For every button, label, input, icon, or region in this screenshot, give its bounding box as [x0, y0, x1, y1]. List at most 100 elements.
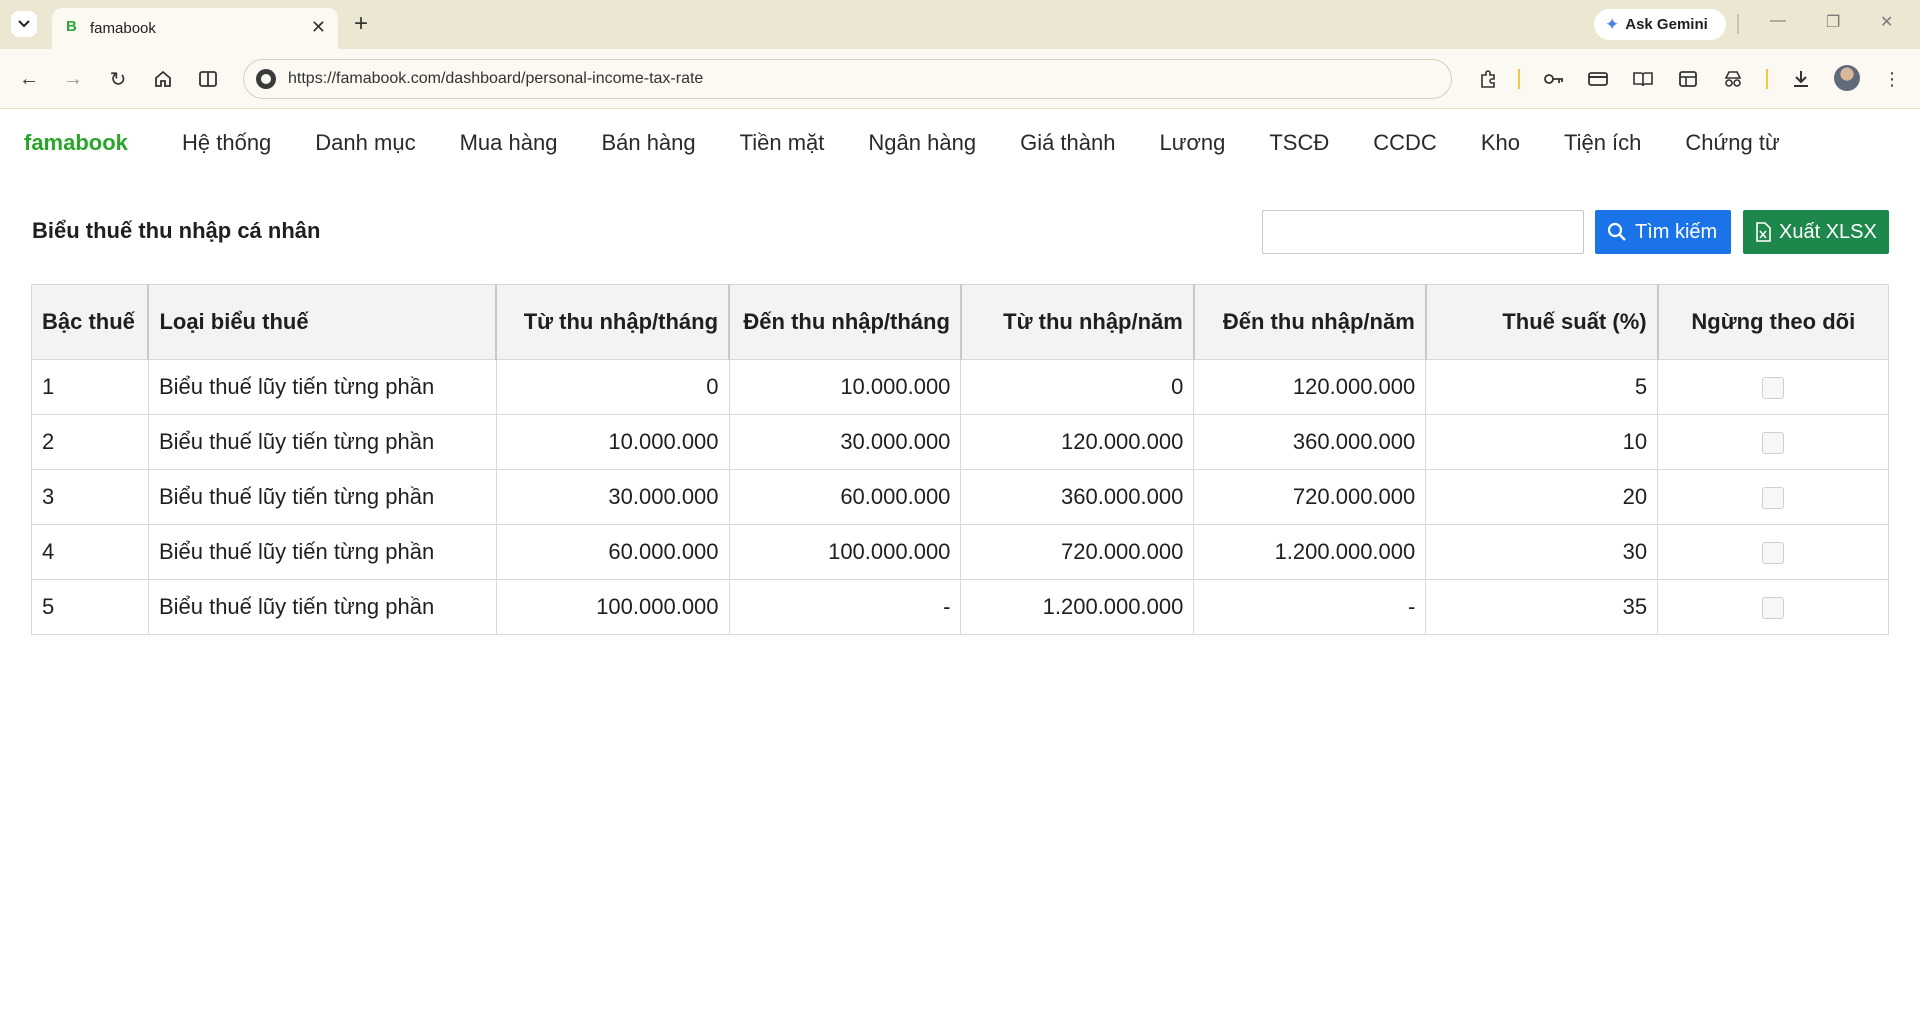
- table-cell: 20: [1425, 469, 1659, 525]
- menu-item[interactable]: Lương: [1159, 130, 1225, 156]
- search-icon: [1607, 222, 1626, 241]
- table-header-row: Bậc thuế Loại biểu thuế Từ thu nhập/thán…: [31, 284, 1889, 360]
- window-close-icon[interactable]: ✕: [1880, 12, 1893, 32]
- stop-tracking-checkbox[interactable]: [1762, 597, 1785, 620]
- menu-item[interactable]: Hệ thống: [182, 130, 271, 156]
- stop-tracking-cell: [1657, 579, 1889, 635]
- table-cell: 60.000.000: [495, 524, 730, 580]
- ask-gemini-button[interactable]: ✦ Ask Gemini: [1594, 9, 1726, 40]
- table-cell: 2: [31, 414, 149, 470]
- table-cell: -: [728, 579, 962, 635]
- browser-tab[interactable]: B famabook ✕: [52, 8, 338, 49]
- stop-tracking-cell: [1657, 469, 1889, 525]
- table-cell: Biểu thuế lũy tiến từng phần: [147, 359, 497, 415]
- stop-tracking-checkbox[interactable]: [1762, 487, 1785, 510]
- column-header[interactable]: Từ thu nhập/tháng: [495, 284, 731, 360]
- new-tab-plus-icon[interactable]: +: [354, 10, 368, 38]
- menu-item[interactable]: Giá thành: [1020, 130, 1115, 156]
- incognito-icon[interactable]: [1721, 67, 1745, 91]
- forward-arrow-icon[interactable]: →: [59, 65, 87, 93]
- table-cell: 30.000.000: [728, 414, 962, 470]
- stop-tracking-checkbox[interactable]: [1762, 432, 1785, 455]
- table-cell: 10.000.000: [495, 414, 730, 470]
- menu-item[interactable]: Danh mục: [315, 130, 415, 156]
- table-row[interactable]: 1 Biểu thuế lũy tiến từng phần 0 10.000.000…: [31, 359, 1889, 415]
- address-bar[interactable]: https://famabook.com/dashboard/personal-…: [243, 59, 1452, 99]
- table-cell: 30.000.000: [495, 469, 730, 525]
- divider: [1766, 69, 1768, 89]
- table-cell: 100.000.000: [728, 524, 962, 580]
- split-view-icon[interactable]: [194, 65, 222, 93]
- column-header[interactable]: Từ thu nhập/năm: [960, 284, 1195, 360]
- table-cell: Biểu thuế lũy tiến từng phần: [147, 414, 497, 470]
- url-text: https://famabook.com/dashboard/personal-…: [288, 70, 704, 87]
- stop-tracking-checkbox[interactable]: [1762, 377, 1785, 400]
- table-cell: 3: [31, 469, 149, 525]
- reading-mode-icon[interactable]: [1631, 67, 1655, 91]
- table-cell: 0: [495, 359, 730, 415]
- table-cell: Biểu thuế lũy tiến từng phần: [147, 524, 497, 580]
- table-cell: 720.000.000: [1193, 469, 1427, 525]
- column-header[interactable]: Loại biểu thuế: [147, 284, 498, 360]
- table-row[interactable]: 2 Biểu thuế lũy tiến từng phần 10.000.000 3…: [31, 414, 1889, 470]
- column-header[interactable]: Đến thu nhập/năm: [1193, 284, 1427, 360]
- table-cell: 5: [31, 579, 149, 635]
- sidebar-panel-icon[interactable]: [1676, 67, 1700, 91]
- restore-icon[interactable]: ❐: [1826, 12, 1840, 32]
- menu-item[interactable]: Chứng từ: [1685, 130, 1779, 156]
- table-cell: 0: [960, 359, 1195, 415]
- app-logo[interactable]: famabook: [24, 130, 128, 156]
- menu-item[interactable]: Tiện ích: [1564, 130, 1641, 156]
- divider: [1518, 69, 1520, 89]
- menu-item[interactable]: Mua hàng: [460, 130, 558, 156]
- favicon-icon: B: [66, 18, 77, 35]
- menu-item[interactable]: Ngân hàng: [868, 130, 976, 156]
- column-header[interactable]: Bậc thuế: [31, 284, 150, 360]
- back-arrow-icon[interactable]: ←: [15, 65, 43, 93]
- payment-card-icon[interactable]: [1586, 67, 1610, 91]
- menu-item[interactable]: Tiền mặt: [740, 130, 825, 156]
- table-row[interactable]: 4 Biểu thuế lũy tiến từng phần 60.000.000 1…: [31, 524, 1889, 580]
- export-xlsx-button[interactable]: Xuất XLSX: [1743, 210, 1889, 254]
- app-header: famabook Hệ thống Danh mục Mua hàng Bán hàn…: [0, 110, 1920, 175]
- reload-icon[interactable]: ↻: [104, 65, 132, 93]
- search-input[interactable]: [1262, 210, 1584, 254]
- gemini-sparkle-icon: ✦: [1605, 14, 1620, 34]
- menu-item[interactable]: CCDC: [1373, 130, 1437, 156]
- table-cell: 5: [1425, 359, 1659, 415]
- browser-toolbar: ← → ↻ https://famabook.com/dashboard/per…: [0, 49, 1920, 109]
- stop-tracking-checkbox[interactable]: [1762, 542, 1785, 565]
- table-cell: 120.000.000: [960, 414, 1195, 470]
- column-header[interactable]: Đến thu nhập/tháng: [728, 284, 962, 360]
- table-cell: 4: [31, 524, 149, 580]
- table-row[interactable]: 5 Biểu thuế lũy tiến từng phần 100.000.000…: [31, 579, 1889, 635]
- menu-item[interactable]: Kho: [1481, 130, 1520, 156]
- table-cell: 35: [1425, 579, 1659, 635]
- table-cell: 720.000.000: [960, 524, 1195, 580]
- export-button-label: Xuất XLSX: [1779, 220, 1877, 243]
- table-row[interactable]: 3 Biểu thuế lũy tiến từng phần 30.000.000 6…: [31, 469, 1889, 525]
- site-info-icon[interactable]: [256, 69, 276, 89]
- tab-close-icon[interactable]: ✕: [311, 17, 326, 38]
- table-cell: -: [1193, 579, 1427, 635]
- table-cell: 360.000.000: [1193, 414, 1427, 470]
- table-cell: 60.000.000: [728, 469, 962, 525]
- browser-tab-bar: B famabook ✕ + ✦ Ask Gemini — ❐ ✕: [0, 0, 1920, 49]
- profile-avatar[interactable]: [1834, 65, 1860, 91]
- menu-item[interactable]: TSCĐ: [1269, 130, 1329, 156]
- menu-item[interactable]: Bán hàng: [601, 130, 695, 156]
- download-icon[interactable]: [1789, 67, 1813, 91]
- column-header[interactable]: Thuế suất (%): [1425, 284, 1659, 360]
- column-header[interactable]: Ngừng theo dõi: [1657, 284, 1889, 360]
- password-key-icon[interactable]: [1542, 67, 1566, 91]
- tab-list-chevron-icon[interactable]: [11, 11, 37, 37]
- search-button[interactable]: Tìm kiếm: [1595, 210, 1731, 254]
- table-cell: 120.000.000: [1193, 359, 1427, 415]
- minimize-icon[interactable]: —: [1770, 12, 1786, 30]
- more-menu-icon[interactable]: ⋮: [1880, 67, 1904, 91]
- extensions-puzzle-icon[interactable]: [1476, 67, 1500, 91]
- home-icon[interactable]: [149, 65, 177, 93]
- stop-tracking-cell: [1657, 414, 1889, 470]
- main-menu: Hệ thống Danh mục Mua hàng Bán hàng Tiền mặt…: [160, 130, 1802, 156]
- table-cell: 1.200.000.000: [960, 579, 1195, 635]
